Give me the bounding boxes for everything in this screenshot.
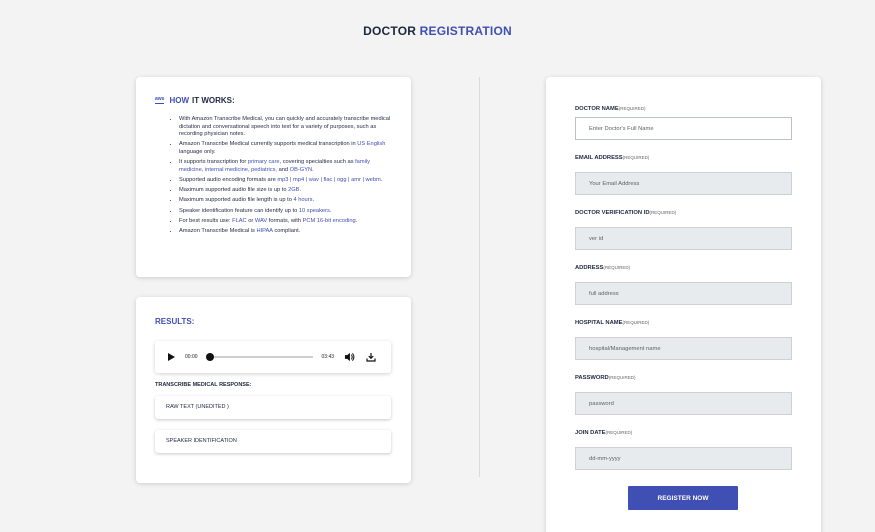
list-item: Supported audio encoding formats are mp3… (179, 177, 394, 185)
raw-text-section[interactable]: RAW TEXT (UNEDITED ) (155, 396, 391, 419)
list-item: With Amazon Transcribe Medical, you can … (179, 116, 394, 139)
current-time: 00:00 (185, 354, 198, 360)
page-title: DOCTOR REGISTRATION (0, 24, 875, 38)
volume-icon[interactable] (344, 352, 355, 362)
list-item: Amazon Transcribe Medical currently supp… (179, 141, 394, 156)
page-title-part1: DOCTOR (363, 24, 417, 38)
list-item: For best results use: FLAC or WAV format… (179, 218, 394, 226)
download-icon[interactable] (366, 352, 376, 362)
doctor-name-field[interactable] (575, 117, 792, 140)
list-item: Maximum supported audio file length is u… (179, 197, 394, 205)
join-date-label: JOIN DATE(REQUIRED) (575, 430, 633, 436)
address-field[interactable] (575, 282, 792, 305)
how-it-works-card: aws HOW IT WORKS: With Amazon Transcribe… (136, 77, 411, 277)
how-it-works-list: With Amazon Transcribe Medical, you can … (179, 116, 394, 239)
email-label: EMAIL ADDRESS(REQUIRED) (575, 155, 650, 161)
duration: 03:43 (321, 354, 335, 360)
list-item: It supports transcription for primary ca… (179, 159, 394, 174)
list-item: Amazon Transcribe Medical is HIPAA compl… (179, 228, 394, 236)
audio-progress-track[interactable] (205, 353, 313, 361)
list-item: Maximum supported audio file size is up … (179, 187, 394, 195)
list-item: Speaker identification feature can ident… (179, 208, 394, 216)
registration-form: DOCTOR NAME(REQUIRED) EMAIL ADDRESS(REQU… (546, 77, 821, 532)
hospital-name-field[interactable] (575, 337, 792, 360)
doctor-name-label: DOCTOR NAME(REQUIRED) (575, 106, 646, 112)
how-heading-part2: IT WORKS: (192, 96, 235, 105)
play-icon[interactable] (168, 353, 175, 361)
results-card: RESULTS: 00:00 03:43 TRANSCRIBE MEDICAL … (136, 297, 411, 483)
register-button[interactable]: REGISTER NOW (628, 486, 738, 510)
audio-progress-thumb[interactable] (205, 353, 214, 361)
results-title: RESULTS: (155, 317, 195, 326)
hospital-name-label: HOSPITAL NAME(REQUIRED) (575, 320, 650, 326)
join-date-field[interactable] (575, 447, 792, 470)
column-divider (479, 77, 480, 477)
audio-player: 00:00 03:43 (155, 341, 391, 373)
page-title-part2: REGISTRATION (419, 24, 512, 38)
speaker-identification-section[interactable]: SPEAKER IDENTIFICATION (155, 430, 391, 453)
address-label: ADDRESS(REQUIRED) (575, 265, 631, 271)
how-heading-part1: HOW (169, 96, 190, 105)
verification-id-field[interactable] (575, 227, 792, 250)
how-it-works-heading: aws HOW IT WORKS: (155, 96, 235, 105)
password-label: PASSWORD(REQUIRED) (575, 375, 636, 381)
aws-icon: aws (155, 96, 165, 104)
email-field[interactable] (575, 172, 792, 195)
transcribe-response-label: TRANSCRIBE MEDICAL RESPONSE: (155, 382, 252, 388)
verification-id-label: DOCTOR VERIFICATION ID(REQUIRED) (575, 210, 677, 216)
password-field[interactable] (575, 392, 792, 415)
